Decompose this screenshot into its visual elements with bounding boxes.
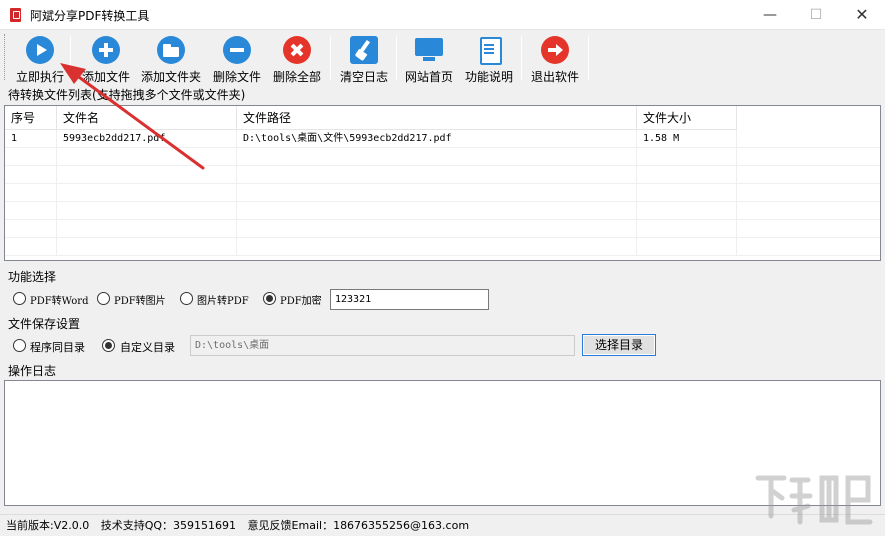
monitor-icon bbox=[415, 36, 443, 64]
radio-image-to-pdf-label: 图片转PDF bbox=[197, 296, 249, 307]
table-row[interactable]: 1 5993ecb2dd217.pdf D:\tools\桌面\文件\5993e… bbox=[5, 130, 880, 148]
radio-custom-dir[interactable] bbox=[102, 339, 115, 352]
pdf-app-icon bbox=[10, 8, 21, 22]
toolbar-separator bbox=[521, 36, 522, 80]
radio-program-dir[interactable] bbox=[13, 339, 26, 352]
broom-icon bbox=[350, 36, 378, 64]
radio-image-to-pdf[interactable] bbox=[180, 292, 193, 305]
toolbar-separator bbox=[396, 36, 397, 80]
maximize-button[interactable]: ☐ bbox=[793, 0, 839, 30]
add-folder-label: 添加文件夹 bbox=[140, 70, 201, 84]
radio-pdf-to-image[interactable] bbox=[97, 292, 110, 305]
file-list[interactable]: 序号 文件名 文件路径 文件大小 1 5993ecb2dd217.pdf D:\… bbox=[4, 105, 881, 261]
document-icon bbox=[475, 36, 503, 65]
minimize-button[interactable]: — bbox=[747, 0, 793, 30]
folder-icon bbox=[157, 36, 185, 64]
log-area[interactable] bbox=[4, 380, 881, 506]
add-file-label: 添加文件 bbox=[81, 70, 130, 84]
toolbar-separator bbox=[330, 36, 331, 80]
cell-name: 5993ecb2dd217.pdf bbox=[57, 130, 237, 148]
watermark-logo bbox=[755, 475, 873, 525]
clear-log-button[interactable]: 清空日志 bbox=[336, 32, 392, 84]
homepage-button[interactable]: 网站首页 bbox=[401, 32, 457, 84]
execute-label: 立即执行 bbox=[15, 70, 64, 84]
toolbar-separator bbox=[588, 36, 589, 80]
choose-dir-button[interactable]: 选择目录 bbox=[582, 334, 656, 356]
version-text: 当前版本:V2.0.0 bbox=[6, 519, 90, 532]
empty-row bbox=[5, 184, 880, 202]
delete-all-button[interactable]: 删除全部 bbox=[269, 32, 325, 84]
window-title: 阿斌分享PDF转换工具 bbox=[30, 9, 150, 23]
radio-pdf-to-word-label: PDF转Word bbox=[30, 296, 89, 307]
log-label: 操作日志 bbox=[8, 364, 57, 378]
feedback-text: 意见反馈Email：18676355256@163.com bbox=[247, 519, 470, 532]
minus-icon bbox=[223, 36, 251, 64]
exit-icon bbox=[541, 36, 569, 64]
output-dir-field[interactable]: D:\tools\桌面 bbox=[190, 335, 575, 356]
empty-row bbox=[5, 148, 880, 166]
title-bar: 阿斌分享PDF转换工具 — ☐ ✕ bbox=[0, 0, 885, 30]
delete-file-button[interactable]: 删除文件 bbox=[209, 32, 265, 84]
password-input[interactable]: 123321 bbox=[330, 289, 489, 310]
toolbar: 立即执行 添加文件 添加文件夹 删除文件 删除全部 清空日志 网站首页 功能说明… bbox=[0, 30, 885, 84]
add-folder-button[interactable]: 添加文件夹 bbox=[138, 32, 204, 84]
empty-row bbox=[5, 166, 880, 184]
help-button[interactable]: 功能说明 bbox=[461, 32, 517, 84]
radio-custom-dir-label: 自定义目录 bbox=[120, 341, 175, 354]
function-label: 功能选择 bbox=[8, 270, 57, 284]
clear-log-label: 清空日志 bbox=[339, 70, 388, 84]
delete-all-icon bbox=[283, 36, 311, 64]
cell-size: 1.58 M bbox=[637, 130, 737, 148]
column-header-size[interactable]: 文件大小 bbox=[637, 106, 737, 130]
exit-button[interactable]: 退出软件 bbox=[527, 32, 583, 84]
column-header-path[interactable]: 文件路径 bbox=[237, 106, 637, 130]
exit-label: 退出软件 bbox=[530, 70, 579, 84]
radio-pdf-encrypt-label: PDF加密 bbox=[280, 296, 322, 307]
play-icon bbox=[26, 36, 54, 64]
empty-row bbox=[5, 238, 880, 256]
plus-icon bbox=[92, 36, 120, 64]
close-button[interactable]: ✕ bbox=[839, 0, 885, 30]
empty-row bbox=[5, 202, 880, 220]
column-header-index[interactable]: 序号 bbox=[5, 106, 57, 130]
toolbar-separator bbox=[70, 36, 71, 80]
execute-button[interactable]: 立即执行 bbox=[12, 32, 68, 84]
cell-path: D:\tools\桌面\文件\5993ecb2dd217.pdf bbox=[237, 130, 637, 148]
help-label: 功能说明 bbox=[464, 70, 513, 84]
radio-pdf-encrypt[interactable] bbox=[263, 292, 276, 305]
file-list-label: 待转换文件列表(支持拖拽多个文件或文件夹) bbox=[8, 88, 246, 102]
radio-pdf-to-word[interactable] bbox=[13, 292, 26, 305]
save-settings-label: 文件保存设置 bbox=[8, 317, 81, 331]
radio-program-dir-label: 程序同目录 bbox=[30, 341, 85, 354]
delete-all-label: 删除全部 bbox=[272, 70, 321, 84]
cell-index: 1 bbox=[5, 130, 57, 148]
homepage-label: 网站首页 bbox=[404, 70, 453, 84]
delete-file-label: 删除文件 bbox=[212, 70, 261, 84]
support-text: 技术支持QQ：359151691 bbox=[100, 519, 237, 532]
add-file-button[interactable]: 添加文件 bbox=[78, 32, 134, 84]
toolbar-grip bbox=[4, 34, 6, 80]
file-list-header: 序号 文件名 文件路径 文件大小 bbox=[5, 106, 880, 130]
radio-pdf-to-image-label: PDF转图片 bbox=[114, 296, 166, 307]
column-header-name[interactable]: 文件名 bbox=[57, 106, 237, 130]
empty-row bbox=[5, 220, 880, 238]
